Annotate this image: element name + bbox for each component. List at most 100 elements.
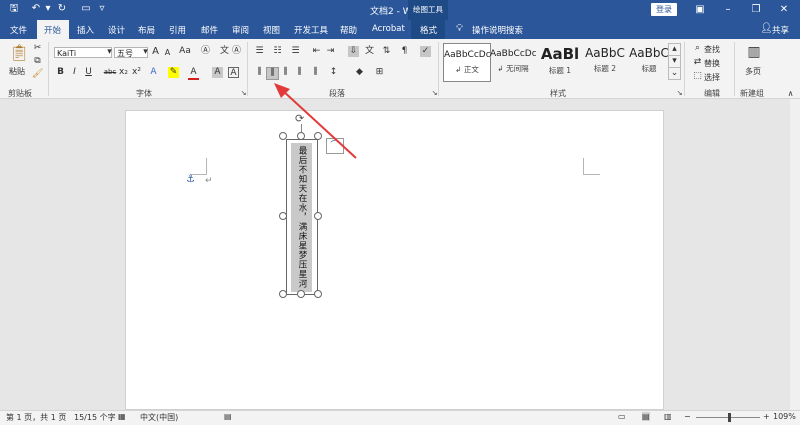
customize-qat-icon[interactable]: ▿ — [96, 3, 108, 15]
text-direction-icon[interactable]: ⇩ — [348, 46, 359, 57]
grow-font-icon[interactable]: A — [150, 46, 161, 57]
subscript-icon[interactable]: x₂ — [118, 67, 129, 78]
char-shading-icon[interactable]: A — [212, 67, 223, 78]
document-page[interactable] — [125, 110, 664, 410]
underline-icon[interactable]: U — [83, 67, 94, 78]
tab-format[interactable]: 格式 — [420, 24, 437, 36]
multilevel-list-icon[interactable]: ☰ — [290, 46, 301, 57]
proofing-icon[interactable]: ▦ — [118, 412, 126, 421]
copy-icon[interactable]: ⧉ — [32, 56, 43, 67]
share-button[interactable]: 共享 — [772, 24, 789, 36]
status-language[interactable]: 中文(中国) — [140, 412, 178, 423]
tab-design[interactable]: 设计 — [108, 24, 125, 36]
minimize-icon[interactable]: – — [718, 2, 738, 18]
bullets-icon[interactable]: ☰ — [254, 46, 265, 57]
borders-icon[interactable]: ⊞ — [374, 67, 385, 78]
tab-insert[interactable]: 插入 — [77, 24, 94, 36]
bold-icon[interactable]: B — [55, 67, 66, 78]
tab-developer[interactable]: 开发工具 — [294, 24, 328, 36]
tab-home[interactable]: 开始 — [44, 24, 61, 36]
touch-mode-icon[interactable]: ▭ — [80, 3, 92, 15]
resize-handle[interactable] — [279, 290, 287, 298]
style-no-spacing[interactable]: AaBbCcDc ↲ 无间隔 — [490, 43, 536, 80]
tab-references[interactable]: 引用 — [169, 24, 186, 36]
find-icon[interactable]: ⌕ — [692, 43, 703, 54]
tab-review[interactable]: 审阅 — [232, 24, 249, 36]
increase-indent-icon[interactable]: ⇥ — [325, 46, 336, 57]
text-effects-icon[interactable]: A — [148, 67, 159, 78]
multipage-icon[interactable]: ▥ — [745, 44, 763, 60]
undo-dropdown-icon[interactable]: ▾ — [42, 3, 54, 15]
paste-icon[interactable]: 📋︎ — [9, 44, 29, 62]
paste-button[interactable]: 粘贴 — [9, 66, 25, 77]
tab-file[interactable]: 文件 — [10, 24, 27, 36]
zoom-out-icon[interactable]: − — [684, 412, 691, 421]
tell-me-search[interactable]: 操作说明搜索 — [472, 24, 523, 36]
highlight-icon[interactable]: ✎ — [168, 67, 179, 78]
print-layout-icon[interactable]: ▤ — [642, 412, 650, 421]
resize-handle[interactable] — [279, 212, 287, 220]
char-border-icon[interactable]: A — [228, 67, 239, 78]
replace-icon[interactable]: ⇄ — [692, 57, 703, 68]
enclose-char-icon[interactable]: Ⓐ — [231, 46, 242, 57]
resize-handle[interactable] — [297, 290, 305, 298]
resize-handle[interactable] — [314, 212, 322, 220]
change-case-icon[interactable]: Aa — [178, 46, 192, 57]
font-color-icon[interactable]: A — [188, 67, 199, 80]
align-bottom-icon[interactable]: ⫼ — [280, 67, 291, 78]
macro-recording-icon[interactable]: ▤ — [224, 412, 232, 421]
tab-acrobat[interactable]: Acrobat — [372, 24, 405, 34]
justify-vertical-icon[interactable]: ⫼ — [294, 67, 305, 78]
tab-mailings[interactable]: 邮件 — [201, 24, 218, 36]
style-normal[interactable]: AaBbCcDc ↲ 正文 — [443, 43, 491, 82]
select-icon[interactable]: ⬚ — [692, 71, 703, 82]
status-word-count[interactable]: 15/15 个字 — [74, 412, 116, 423]
close-icon[interactable]: ✕ — [774, 2, 794, 18]
restore-icon[interactable]: ❐ — [746, 2, 766, 18]
zoom-level[interactable]: 109% — [773, 412, 796, 421]
strikethrough-icon[interactable]: abc — [103, 67, 117, 78]
italic-icon[interactable]: I — [69, 67, 80, 78]
multipage-button[interactable]: 多页 — [745, 66, 761, 77]
align-top-icon[interactable]: ⫼ — [254, 67, 265, 78]
ribbon-display-icon[interactable]: ▣ — [690, 2, 710, 18]
style-title[interactable]: AaBbC 标题 — [626, 43, 672, 80]
decrease-indent-icon[interactable]: ⇤ — [311, 46, 322, 57]
redo-icon[interactable]: ↻ — [56, 3, 68, 15]
format-toggle-icon[interactable]: ✓ — [420, 46, 431, 57]
numbering-icon[interactable]: ☷ — [272, 46, 283, 57]
distribute-vertical-icon[interactable]: ⫼ — [310, 67, 321, 78]
tab-help[interactable]: 帮助 — [340, 24, 357, 36]
style-name: ↲ 正文 — [455, 65, 479, 74]
undo-icon[interactable]: ↶ — [30, 3, 42, 15]
tab-layout[interactable]: 布局 — [138, 24, 155, 36]
clear-format-icon[interactable]: Ⓐ — [200, 46, 211, 57]
replace-button[interactable]: 替换 — [704, 58, 720, 69]
status-page[interactable]: 第 1 页，共 1 页 — [6, 412, 66, 423]
save-icon[interactable]: 🖫 — [8, 3, 20, 15]
zoom-slider-thumb[interactable] — [728, 413, 731, 422]
phonetic-guide-icon[interactable]: 文 — [219, 46, 230, 57]
style-heading-1[interactable]: AaBl 标题 1 — [537, 43, 583, 80]
login-button[interactable]: 登录 — [651, 3, 677, 16]
cut-icon[interactable]: ✂ — [32, 43, 43, 54]
collapse-ribbon-icon[interactable]: ∧ — [785, 88, 796, 99]
zoom-in-icon[interactable]: + — [763, 412, 770, 421]
shading-icon[interactable]: ◆ — [354, 67, 365, 78]
read-mode-icon[interactable]: ▭ — [618, 412, 626, 421]
select-button[interactable]: 选择 — [704, 72, 720, 83]
format-painter-icon[interactable]: 🖌︎ — [32, 69, 43, 80]
tab-view[interactable]: 视图 — [263, 24, 280, 36]
show-marks-icon[interactable]: ¶ — [399, 46, 410, 57]
vertical-scrollbar[interactable] — [790, 99, 800, 410]
find-button[interactable]: 查找 — [704, 44, 720, 55]
shrink-font-icon[interactable]: A — [162, 47, 173, 58]
superscript-icon[interactable]: x² — [131, 67, 142, 78]
line-spacing-icon[interactable]: ↕ — [328, 67, 339, 78]
styles-more-icon[interactable]: ⌄ — [668, 67, 681, 80]
style-heading-2[interactable]: AaBbC 标题 2 — [582, 43, 628, 80]
asian-layout-icon[interactable]: 文 — [364, 46, 375, 57]
sort-icon[interactable]: ⇅ — [381, 46, 392, 57]
web-layout-icon[interactable]: ▥ — [664, 412, 672, 421]
resize-handle[interactable] — [314, 290, 322, 298]
